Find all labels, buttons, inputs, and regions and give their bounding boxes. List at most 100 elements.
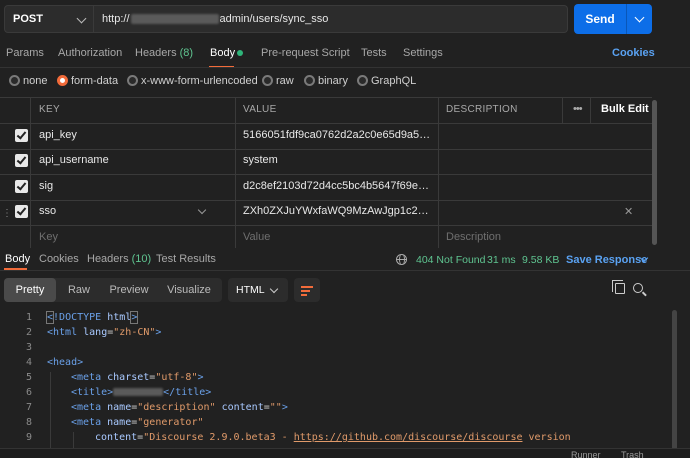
more-options-icon[interactable]: ••• [573, 103, 583, 115]
form-data-table [0, 97, 652, 248]
view-mode-group: Pretty Raw Preview Visualize [4, 278, 222, 302]
url-path: admin/users/sync_sso [219, 13, 329, 25]
url-input[interactable]: http:// admin/users/sync_sso [94, 5, 568, 33]
response-size[interactable]: 9.58 KB [522, 254, 559, 266]
param-value[interactable]: 5166051fdf9ca0762d2a2c0e65d9a5f1b4... [243, 129, 433, 141]
row-enabled-checkbox[interactable] [15, 205, 28, 218]
row-enabled-checkbox[interactable] [15, 154, 28, 167]
line-number: 1 [25, 312, 32, 323]
table-scrollbar[interactable] [652, 100, 657, 245]
format-label: HTML [236, 284, 265, 296]
view-preview-button[interactable]: Preview [102, 278, 156, 302]
radio-graphql[interactable] [357, 75, 368, 86]
response-time[interactable]: 31 ms [487, 254, 516, 266]
view-visualize-button[interactable]: Visualize [156, 278, 222, 302]
tab-pre-request-script[interactable]: Pre-request Script [261, 47, 350, 59]
postman-window: POST http:// admin/users/sync_sso Send P… [0, 0, 690, 458]
radio-none[interactable] [9, 75, 20, 86]
radio-form-data[interactable] [57, 75, 68, 86]
tab-settings[interactable]: Settings [403, 47, 443, 59]
radio-binary-label: binary [318, 75, 348, 87]
radio-binary[interactable] [304, 75, 315, 86]
line-number: 9 [25, 432, 32, 443]
bulk-edit-button[interactable]: Bulk Edit [601, 103, 649, 115]
param-key[interactable]: api_username [39, 154, 229, 166]
code-line: <html lang="zh-CN"> [47, 327, 162, 338]
chevron-down-icon [634, 12, 645, 23]
radio-graphql-label: GraphQL [371, 75, 417, 87]
code-line: <!DOCTYPE html> [45, 311, 139, 324]
trash-button[interactable]: Trash [621, 450, 644, 458]
view-raw-button[interactable]: Raw [56, 278, 102, 302]
divider [0, 67, 690, 68]
save-response-button[interactable]: Save Response [566, 254, 647, 266]
send-options-button[interactable] [626, 4, 652, 34]
row-enabled-checkbox[interactable] [15, 129, 28, 142]
response-tab-headers[interactable]: Headers (10) [87, 253, 151, 265]
param-key[interactable]: sso [39, 205, 189, 217]
tab-headers-count: (8) [179, 47, 194, 59]
new-description-input[interactable]: Description [446, 231, 501, 243]
url-prefix: http:// [102, 13, 130, 25]
line-number: 2 [25, 327, 32, 338]
redacted-host [130, 14, 219, 24]
radio-none-label: none [23, 75, 48, 87]
radio-urlencoded-label: x-www-form-urlencoded [141, 75, 258, 87]
tab-tests[interactable]: Tests [361, 47, 387, 59]
code-line: <head> [47, 357, 84, 368]
code-line: <meta name="generator" [71, 417, 204, 428]
line-number: 4 [25, 357, 32, 368]
code-scrollbar[interactable] [672, 310, 677, 450]
line-number: 3 [25, 342, 32, 353]
code-line: <meta charset="utf-8"> [71, 372, 204, 383]
delete-row-icon[interactable]: ✕ [624, 205, 633, 218]
divider [0, 270, 690, 271]
chevron-down-icon [269, 284, 279, 294]
column-header-key: KEY [39, 104, 60, 115]
tab-params[interactable]: Params [6, 47, 44, 59]
tab-headers[interactable]: Headers (8) [135, 47, 193, 59]
method-label: POST [13, 13, 43, 25]
format-select[interactable]: HTML [228, 278, 288, 302]
new-value-input[interactable]: Value [243, 231, 270, 243]
copy-icon[interactable] [612, 280, 625, 294]
radio-urlencoded[interactable] [127, 75, 138, 86]
response-body-code[interactable]: 1 2 3 4 5 6 7 8 9 <!DOCTYPE html> <html … [0, 310, 690, 450]
globe-icon[interactable] [396, 254, 407, 265]
radio-form-data-label: form-data [71, 75, 119, 87]
body-indicator-dot [237, 50, 243, 56]
response-tab-test-results[interactable]: Test Results [156, 253, 216, 265]
row-enabled-checkbox[interactable] [15, 180, 28, 193]
http-method-select[interactable]: POST [4, 5, 94, 33]
tab-authorization[interactable]: Authorization [58, 47, 122, 59]
line-number: 5 [25, 372, 32, 383]
runner-button[interactable]: Runner [571, 450, 601, 458]
status-code[interactable]: 404 Not Found [416, 254, 485, 266]
search-icon[interactable] [633, 283, 643, 293]
chevron-down-icon [76, 13, 87, 24]
cookies-link[interactable]: Cookies [612, 47, 655, 59]
code-line: <title> </title> [71, 387, 212, 398]
radio-raw[interactable] [262, 75, 273, 86]
response-tab-headers-count: (10) [131, 253, 152, 265]
response-tab-cookies[interactable]: Cookies [39, 253, 79, 265]
tab-headers-label: Headers [135, 47, 177, 59]
param-value[interactable]: ZXh0ZXJuYWxfaWQ9MzAwJgp1c2VybmF... [243, 205, 433, 217]
wrap-lines-button[interactable] [294, 278, 320, 302]
column-header-value: VALUE [243, 104, 277, 115]
response-tab-body[interactable]: Body [5, 253, 30, 265]
response-tab-headers-label: Headers [87, 253, 129, 265]
param-value[interactable]: system [243, 154, 433, 166]
param-value[interactable]: d2c8ef2103d72d4cc5bc4b5647f69e468... [243, 180, 433, 192]
param-key[interactable]: api_key [39, 129, 229, 141]
tab-body[interactable]: Body [210, 47, 235, 59]
view-pretty-button[interactable]: Pretty [4, 278, 56, 302]
code-line: <meta name="description" content=""> [71, 402, 288, 413]
line-number: 7 [25, 402, 32, 413]
line-number: 8 [25, 417, 32, 428]
new-key-input[interactable]: Key [39, 231, 58, 243]
line-number: 6 [25, 387, 32, 398]
radio-raw-label: raw [276, 75, 294, 87]
send-button[interactable]: Send [574, 4, 626, 34]
param-key[interactable]: sig [39, 180, 229, 192]
